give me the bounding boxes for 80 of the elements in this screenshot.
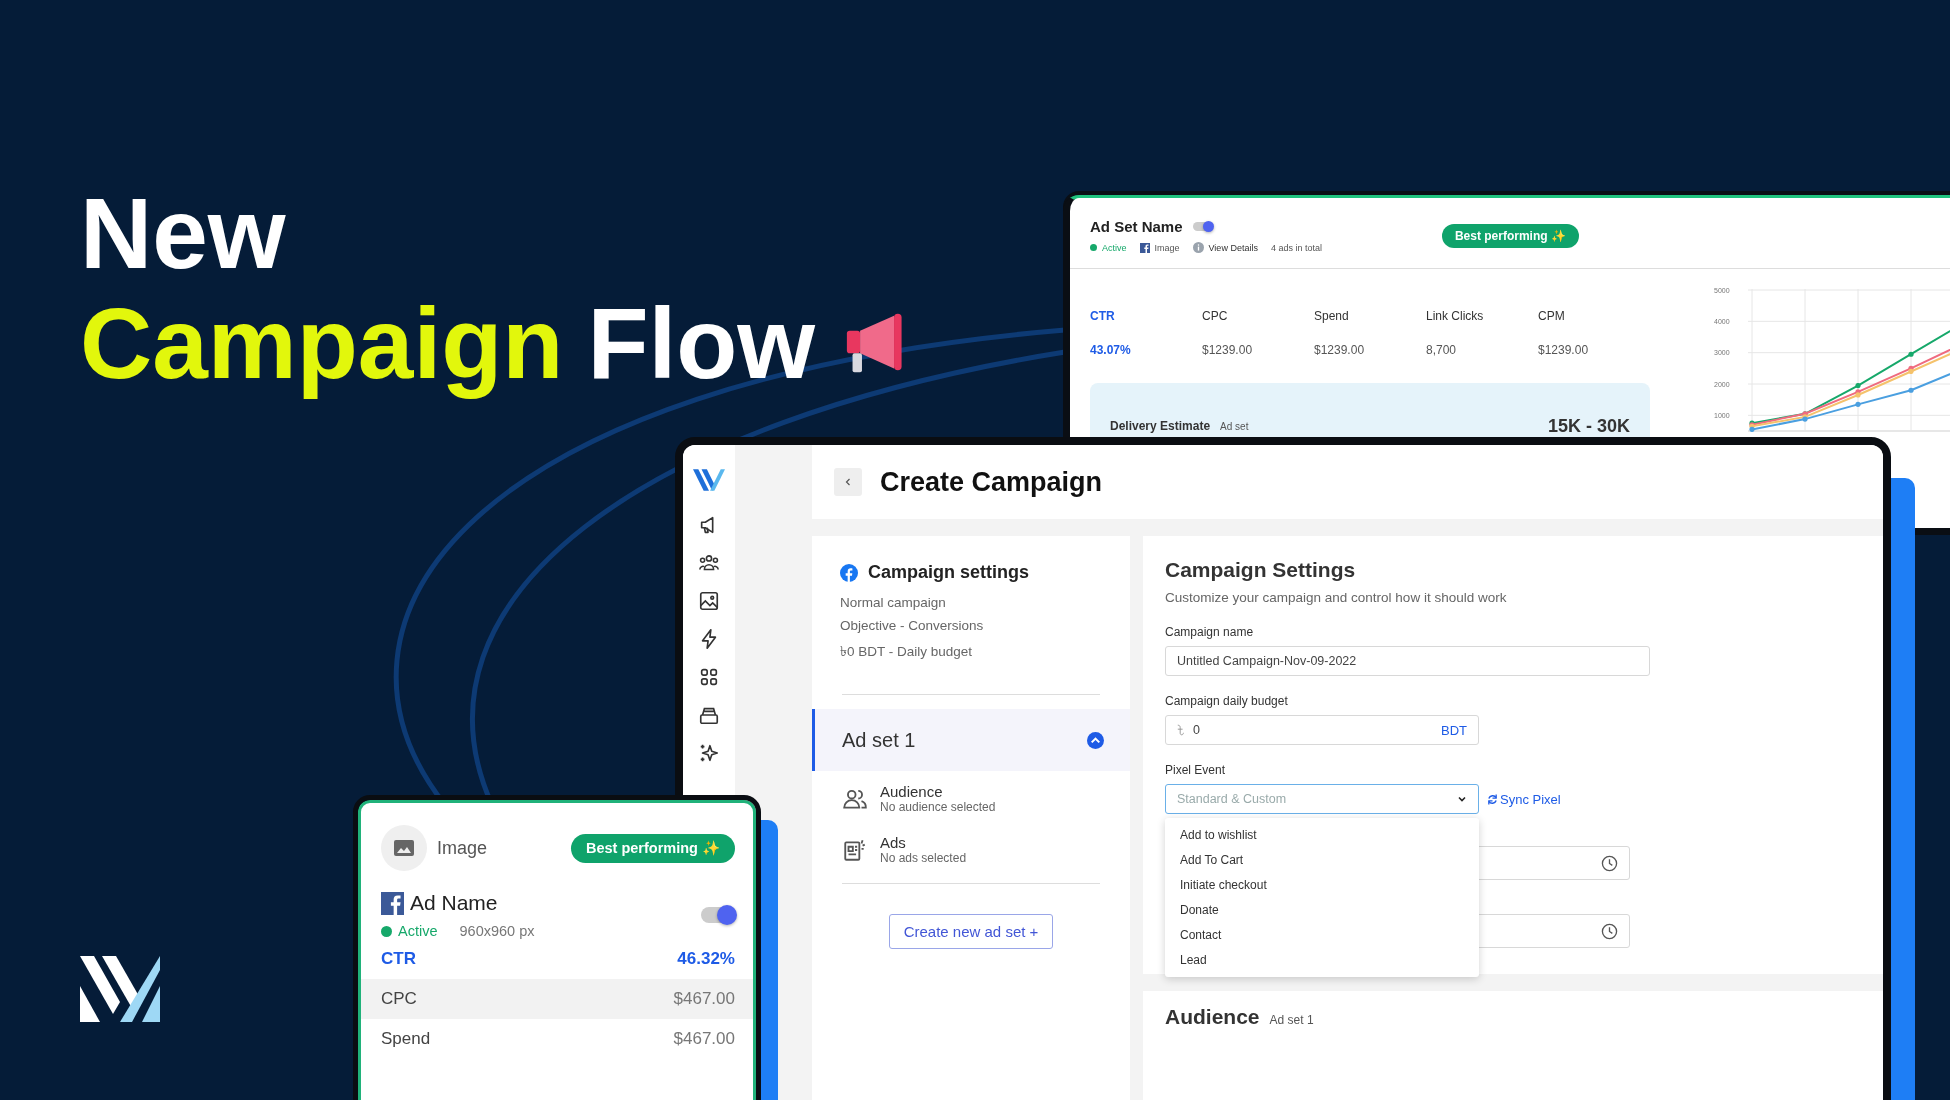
- clock-icon: [1601, 922, 1618, 940]
- headline-text: Flow: [587, 288, 816, 398]
- create-ad-set-button[interactable]: Create new ad set +: [888, 914, 1054, 949]
- headline-text: New: [80, 178, 287, 288]
- currency-icon: [1177, 724, 1185, 736]
- section-subtitle: Customize your campaign and control how it should work: [1165, 590, 1508, 605]
- logo-icon: [80, 956, 160, 1022]
- dropdown-option[interactable]: Initiate checkout: [1180, 878, 1479, 892]
- dropdown-option[interactable]: Lead: [1180, 953, 1479, 967]
- metric-value: $1239.00: [1538, 343, 1590, 357]
- view-details-link[interactable]: View Details: [1208, 242, 1258, 253]
- image-icon: [381, 825, 427, 871]
- metric-value: $1239.00: [1202, 343, 1254, 357]
- step-subtitle: No ads selected: [880, 851, 967, 865]
- metric-tab[interactable]: CTR: [1090, 309, 1202, 323]
- metric-label[interactable]: CPC: [381, 989, 417, 1009]
- image-size: 960x960 px: [459, 923, 535, 939]
- metric-value: $467.00: [673, 989, 735, 1009]
- delivery-estimate-title: Delivery Estimate: [1110, 419, 1211, 433]
- info-icon: [1192, 242, 1204, 253]
- dropdown-option[interactable]: Add to wishlist: [1180, 828, 1479, 842]
- ad-set-name: Ad Set Name: [1090, 218, 1183, 235]
- delivery-estimate-tag: Ad set: [1220, 421, 1249, 432]
- facebook-icon: [1139, 242, 1150, 253]
- format-label: Image: [1154, 242, 1180, 253]
- section-tag: Ad set 1: [1269, 1013, 1314, 1027]
- step-subtitle: No audience selected: [880, 800, 996, 814]
- field-label: Campaign daily budget: [1165, 694, 1289, 708]
- page-title: Create Campaign: [880, 466, 1103, 498]
- status-text: Active: [398, 923, 438, 939]
- dropdown-option[interactable]: Donate: [1180, 903, 1479, 917]
- step-title: Ads: [880, 834, 907, 851]
- sync-pixel-link[interactable]: Sync Pixel: [1487, 791, 1561, 807]
- summary-line: Objective - Conversions: [840, 618, 985, 633]
- section-title: Campaign Settings: [1165, 558, 1357, 582]
- metric-tab[interactable]: CPC: [1202, 309, 1314, 323]
- headline-text: Campaign: [80, 288, 564, 398]
- metric-value: $467.00: [673, 1029, 735, 1049]
- image-icon[interactable]: [698, 589, 720, 613]
- toggle-switch[interactable]: [1192, 222, 1213, 231]
- dropdown-option[interactable]: Add To Cart: [1180, 853, 1479, 867]
- chevron-left-icon: [843, 477, 853, 487]
- clock-icon: [1601, 854, 1618, 872]
- toggle-switch[interactable]: [701, 907, 735, 923]
- section-title: Audience: [1165, 1005, 1260, 1029]
- status-text: Active: [1102, 242, 1127, 253]
- input-field[interactable]: 0 BDT: [1165, 715, 1479, 745]
- facebook-icon: [381, 891, 404, 915]
- status-dot: [1090, 244, 1097, 251]
- summary-line: Normal campaign: [840, 595, 947, 610]
- metric-label[interactable]: CTR: [381, 949, 416, 969]
- field-label: Pixel Event: [1165, 763, 1227, 777]
- ad-name: Ad Name: [410, 891, 498, 915]
- field-label: Campaign name: [1165, 625, 1255, 639]
- step-title: Audience: [880, 783, 944, 800]
- delivery-estimate-range: 15K - 30K: [1547, 415, 1630, 437]
- metric-value: 8,700: [1426, 343, 1458, 357]
- format-label: Image: [437, 837, 488, 859]
- metric-label[interactable]: Spend: [381, 1029, 431, 1049]
- input-field[interactable]: Untitled Campaign-Nov-09-2022: [1165, 646, 1650, 676]
- caret-icon: [1457, 794, 1467, 804]
- metric-tab[interactable]: Spend: [1314, 309, 1426, 323]
- ad-set-item[interactable]: Ad set 1: [812, 709, 1130, 771]
- logo-icon: [693, 467, 725, 493]
- metric-value: 43.07%: [1090, 343, 1132, 357]
- facebook-icon: [840, 563, 858, 582]
- metric-tab[interactable]: Link Clicks: [1426, 309, 1538, 323]
- ads-count: 4 ads in total: [1270, 242, 1322, 253]
- refresh-icon: [1487, 792, 1498, 806]
- dropdown-option[interactable]: Contact: [1180, 928, 1479, 942]
- best-performing-badge: Best performing ✨: [571, 833, 735, 863]
- metric-value: $1239.00: [1314, 343, 1366, 357]
- metric-value: 46.32%: [677, 949, 735, 969]
- chevron-icon[interactable]: [1087, 731, 1104, 749]
- ad-set-name: Ad set 1: [842, 728, 916, 752]
- metric-tab[interactable]: CPM: [1538, 309, 1650, 323]
- best-performing-badge: Best performing ✨: [1441, 224, 1579, 248]
- summary-line: ৳0 BDT - Daily budget: [840, 643, 974, 661]
- summary-title: Campaign settings: [868, 562, 1030, 583]
- status-dot: [381, 925, 392, 937]
